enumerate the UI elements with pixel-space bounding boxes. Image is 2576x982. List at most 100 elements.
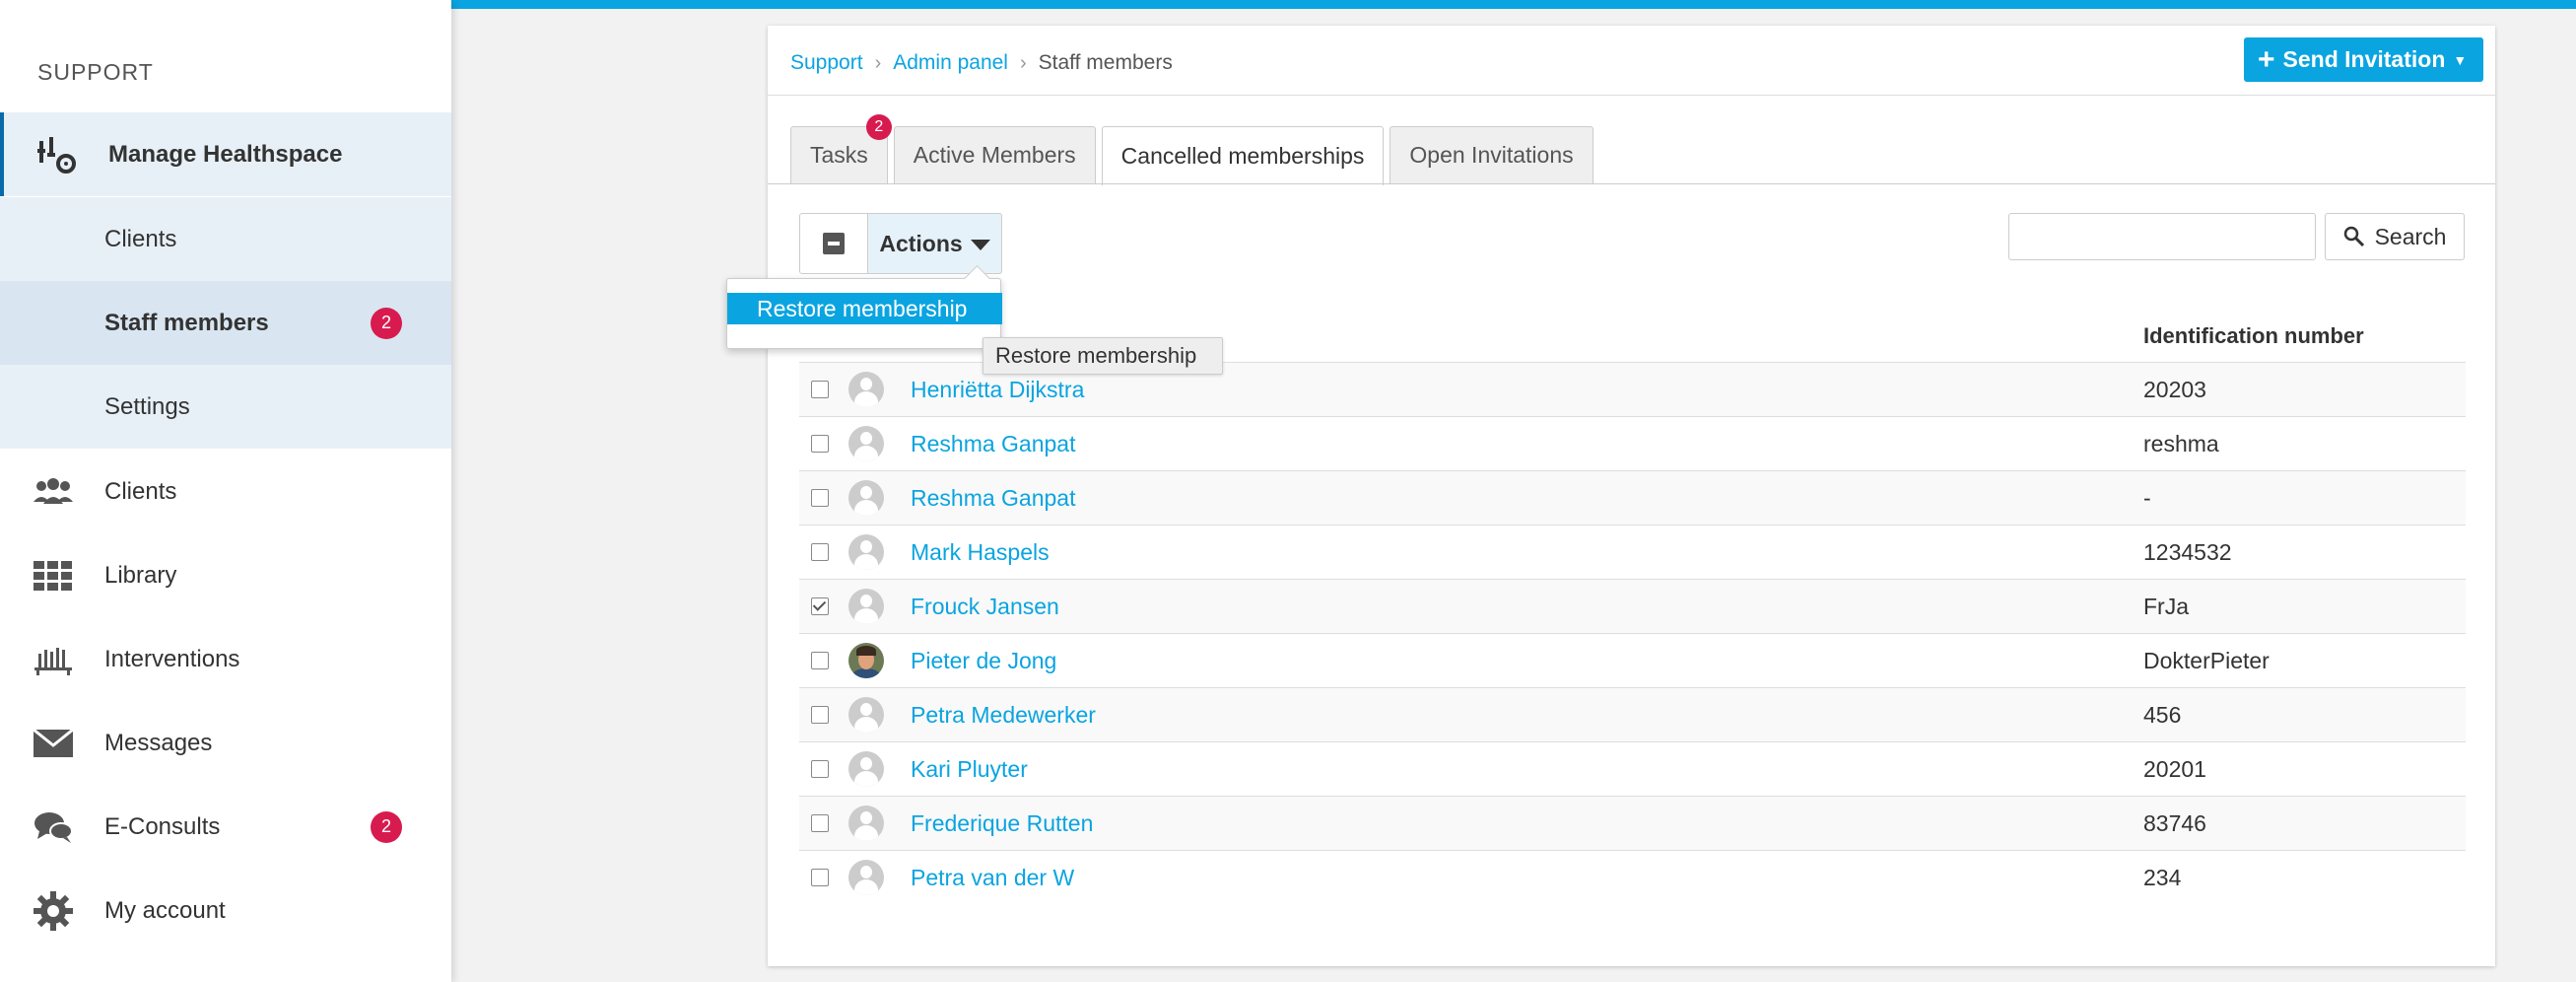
sidebar-item-e-consults[interactable]: E-Consults 2	[0, 785, 451, 869]
row-checkbox[interactable]	[811, 543, 829, 561]
sidebar-heading: SUPPORT	[37, 59, 154, 85]
bulk-actions-group: Actions	[799, 213, 1002, 274]
row-checkbox[interactable]	[811, 760, 829, 778]
member-name-link[interactable]: Pieter de Jong	[911, 648, 1056, 674]
sidebar-item-sub-clients[interactable]: Clients	[0, 197, 451, 281]
chevron-right-icon: ›	[1019, 51, 1027, 74]
member-name-link[interactable]: Reshma Ganpat	[911, 431, 1075, 457]
member-name-link[interactable]: Frouck Jansen	[911, 594, 1059, 620]
actions-dropdown-menu: Restore membership	[726, 278, 1002, 349]
avatar	[848, 697, 884, 733]
member-identification-number: 20201	[2143, 755, 2206, 782]
member-identification-number: DokterPieter	[2143, 647, 2270, 673]
tab-tasks[interactable]: Tasks 2	[790, 114, 892, 183]
breadcrumb-admin-panel[interactable]: Admin panel	[893, 51, 1008, 75]
table-row: Frederique Rutten 83746	[799, 796, 2466, 850]
row-checkbox[interactable]	[811, 706, 829, 724]
caret-down-icon: ▼	[2453, 51, 2468, 68]
people-icon	[32, 470, 75, 514]
select-all-toggle[interactable]	[799, 213, 868, 274]
sidebar-item-label: Interventions	[104, 645, 240, 672]
member-identification-number: 456	[2143, 701, 2182, 728]
table-row: Reshma Ganpat reshma	[799, 416, 2466, 470]
send-invitation-button[interactable]: + Send Invitation ▼	[2244, 37, 2483, 82]
tab-label: Cancelled memberships	[1120, 143, 1365, 169]
row-checkbox[interactable]	[811, 489, 829, 507]
sidebar-item-label: My account	[104, 896, 226, 924]
avatar	[848, 806, 884, 841]
table-row: Petra van der W 234	[799, 850, 2466, 904]
sidebar-item-manage-healthspace[interactable]: Manage Healthspace	[0, 112, 451, 196]
actions-label: Actions	[879, 230, 963, 256]
search-input[interactable]	[2008, 213, 2316, 260]
table-row: Kari Pluyter 20201	[799, 741, 2466, 796]
restore-membership-menu-item[interactable]: Restore membership	[727, 293, 1002, 324]
sidebar: SUPPORT Manage Healthspace Clients Staff…	[0, 0, 451, 982]
row-checkbox[interactable]	[811, 814, 829, 832]
row-checkbox[interactable]	[811, 869, 829, 886]
members-table: Henriëtta Dijkstra 20203 Reshma Ganpat resh…	[799, 362, 2466, 904]
books-icon	[32, 638, 75, 681]
avatar	[848, 534, 884, 570]
manage-icon	[35, 133, 79, 176]
row-checkbox[interactable]	[811, 381, 829, 398]
avatar	[848, 643, 884, 678]
search-button[interactable]: Search	[2325, 213, 2465, 260]
send-invitation-label: Send Invitation	[2282, 46, 2446, 72]
grid-icon	[32, 554, 75, 597]
caret-down-icon	[970, 239, 990, 250]
sidebar-item-interventions[interactable]: Interventions	[0, 617, 451, 701]
sidebar-item-messages[interactable]: Messages	[0, 701, 451, 785]
avatar	[848, 372, 884, 407]
member-identification-number: FrJa	[2143, 593, 2189, 619]
sidebar-item-label: Clients	[104, 477, 177, 505]
member-name-link[interactable]: Mark Haspels	[911, 539, 1050, 566]
gear-icon	[32, 889, 75, 933]
main-panel: Support › Admin panel › Staff members + …	[726, 26, 2495, 966]
sidebar-item-label: Messages	[104, 729, 213, 756]
member-identification-number: 20203	[2143, 376, 2206, 402]
breadcrumb: Support › Admin panel › Staff members	[790, 51, 1173, 75]
sidebar-item-library[interactable]: Library	[0, 533, 451, 617]
staff-members-badge: 2	[371, 307, 402, 339]
row-checkbox[interactable]	[811, 652, 829, 669]
member-name-link[interactable]: Henriëtta Dijkstra	[911, 377, 1084, 403]
table-row: Frouck Jansen FrJa	[799, 579, 2466, 633]
restore-membership-tooltip: Restore membership	[983, 337, 1223, 375]
member-name-link[interactable]: Petra van der W	[911, 865, 1074, 891]
tab-cancelled-memberships[interactable]: Cancelled memberships	[1101, 126, 1385, 185]
row-checkbox[interactable]	[811, 597, 829, 615]
breadcrumb-current: Staff members	[1038, 51, 1173, 74]
tab-label: Tasks	[810, 142, 868, 168]
sidebar-item-clients[interactable]: Clients	[0, 450, 451, 533]
table-row: Pieter de Jong DokterPieter	[799, 633, 2466, 687]
sidebar-item-label: Manage Healthspace	[108, 140, 343, 168]
avatar	[848, 426, 884, 461]
avatar	[848, 589, 884, 624]
tabs-divider	[768, 183, 2495, 184]
sidebar-item-label: Staff members	[104, 309, 269, 336]
row-checkbox[interactable]	[811, 435, 829, 453]
avatar	[848, 751, 884, 787]
member-name-link[interactable]: Petra Medewerker	[911, 702, 1096, 729]
sidebar-item-label: E-Consults	[104, 812, 221, 840]
tab-open-invitations[interactable]: Open Invitations	[1390, 126, 1593, 183]
actions-dropdown-button[interactable]: Actions	[868, 213, 1002, 274]
member-identification-number: reshma	[2143, 430, 2219, 456]
member-name-link[interactable]: Reshma Ganpat	[911, 485, 1075, 512]
column-header-identification-number[interactable]: Identification number	[2143, 323, 2364, 349]
member-identification-number: 1234532	[2143, 538, 2232, 565]
tab-active-members[interactable]: Active Members	[893, 126, 1096, 183]
breadcrumb-support[interactable]: Support	[790, 51, 863, 75]
avatar	[848, 480, 884, 516]
tasks-badge: 2	[865, 114, 892, 140]
member-name-link[interactable]: Frederique Rutten	[911, 810, 1093, 837]
sidebar-item-staff-members[interactable]: Staff members 2	[0, 281, 451, 365]
member-identification-number: 234	[2143, 864, 2182, 890]
member-name-link[interactable]: Kari Pluyter	[911, 756, 1028, 783]
plus-icon: +	[2258, 42, 2275, 76]
sidebar-item-settings[interactable]: Settings	[0, 365, 451, 449]
sidebar-item-my-account[interactable]: My account	[0, 869, 451, 952]
tab-bar: Tasks 2 Active Members Cancelled members…	[790, 114, 1599, 185]
tab-label: Active Members	[913, 142, 1076, 168]
